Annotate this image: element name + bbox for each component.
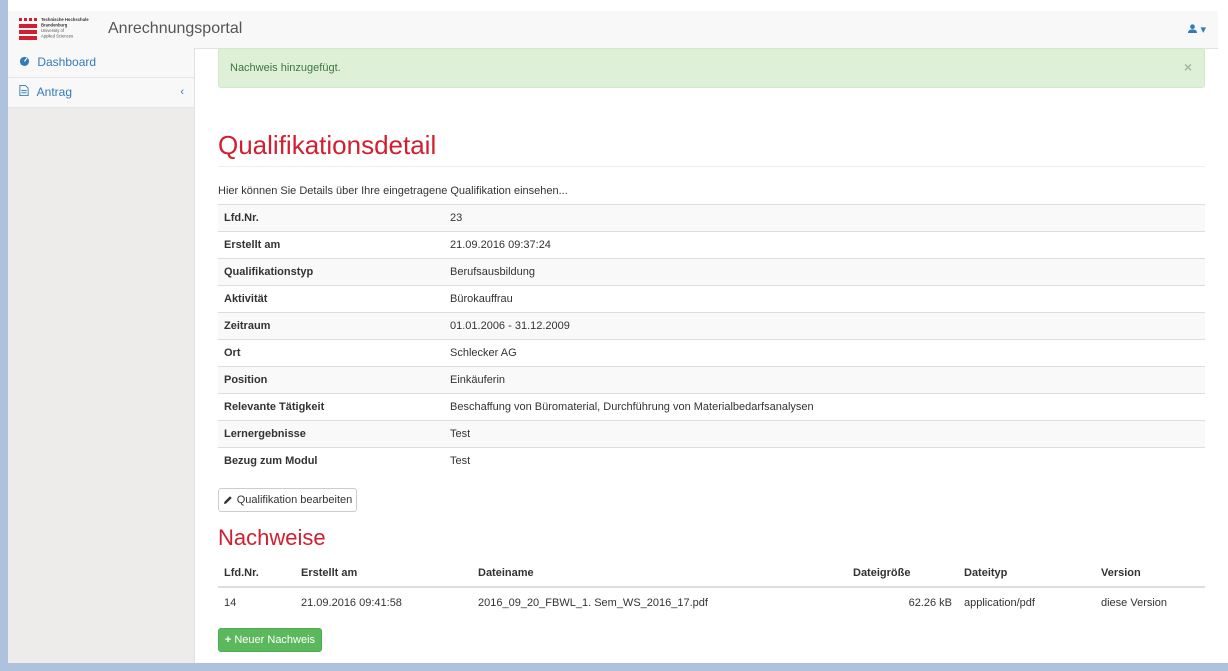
window-frame-left xyxy=(0,0,8,671)
detail-value: Test xyxy=(444,447,1205,474)
detail-label: Erstellt am xyxy=(218,231,444,259)
cell-filesize: 62.26 kB xyxy=(908,597,952,609)
cell-created: 21.09.2016 09:41:58 xyxy=(301,597,402,609)
chevron-down-icon: ▾ xyxy=(1200,24,1206,36)
detail-value: 23 xyxy=(444,204,1205,232)
alert-message: Nachweis hinzugefügt. xyxy=(230,62,341,74)
column-header[interactable]: Lfd.Nr. xyxy=(218,560,295,588)
university-logo[interactable]: Technische Hochschule Brandenburg Univer… xyxy=(19,16,99,42)
user-menu[interactable]: ▾ xyxy=(1188,23,1206,36)
nachweise-table: Lfd.Nr. Erstellt am Dateiname Dateigröße… xyxy=(218,560,1205,618)
detail-value: 21.09.2016 09:37:24 xyxy=(444,231,1205,259)
dashboard-icon xyxy=(18,48,30,77)
cell-filetype: application/pdf xyxy=(964,597,1035,609)
table-row: Ort Schlecker AG xyxy=(218,339,1205,367)
detail-value: Berufsausbildung xyxy=(444,258,1205,286)
table-row: Lfd.Nr. 23 xyxy=(218,204,1205,232)
qualification-details-table: Lfd.Nr. 23 Erstellt am 21.09.2016 09:37:24… xyxy=(218,204,1205,474)
sidebar-item-label: Dashboard xyxy=(37,55,97,69)
column-header[interactable]: Erstellt am xyxy=(295,560,472,588)
detail-label: Position xyxy=(218,366,444,394)
edit-button-label: Qualifikation bearbeiten xyxy=(236,494,353,506)
table-header-row: Lfd.Nr. Erstellt am Dateiname Dateigröße… xyxy=(218,560,1205,588)
cell-version: diese Version xyxy=(1101,597,1168,609)
add-button-label: Neuer Nachweis xyxy=(234,634,316,646)
detail-label: Ort xyxy=(218,339,444,367)
detail-value: 01.01.2006 - 31.12.2009 xyxy=(444,312,1205,340)
table-row: Zeitraum 01.01.2006 - 31.12.2009 xyxy=(218,312,1205,340)
detail-label: Qualifikationstyp xyxy=(218,258,444,286)
table-row[interactable]: 14 21.09.2016 09:41:58 2016_09_20_FBWL_1… xyxy=(218,587,1205,618)
add-nachweis-button[interactable]: + Neuer Nachweis xyxy=(218,628,322,652)
column-header[interactable]: Version xyxy=(1095,560,1205,588)
top-navbar: Technische Hochschule Brandenburg Univer… xyxy=(8,11,1218,49)
cell-filename[interactable]: 2016_09_20_FBWL_1. Sem_WS_2016_17.pdf xyxy=(472,587,847,618)
svg-text:University of: University of xyxy=(41,28,65,33)
detail-value: Test xyxy=(444,420,1205,448)
document-icon xyxy=(18,78,30,107)
detail-value: Einkäuferin xyxy=(444,366,1205,394)
page-intro: Hier können Sie Details über Ihre einget… xyxy=(218,185,568,197)
cell-lfd-nr: 14 xyxy=(224,597,237,609)
detail-label: Bezug zum Modul xyxy=(218,447,444,474)
table-row: Relevante Tätigkeit Beschaffung von Bürom… xyxy=(218,393,1205,421)
sidebar-item-antrag[interactable]: Antrag ‹ xyxy=(8,78,194,108)
detail-label: Lfd.Nr. xyxy=(218,204,444,232)
svg-text:Applied Sciences: Applied Sciences xyxy=(41,34,73,39)
table-row: Aktivität Bürokauffrau xyxy=(218,285,1205,313)
success-alert: Nachweis hinzugefügt. × xyxy=(218,48,1205,88)
detail-label: Lernergebnisse xyxy=(218,420,444,448)
table-row: Erstellt am 21.09.2016 09:37:24 xyxy=(218,231,1205,259)
column-header[interactable]: Dateigröße xyxy=(847,560,958,588)
section-title-nachweise: Nachweise xyxy=(218,525,326,550)
detail-value: Bürokauffrau xyxy=(444,285,1205,313)
page-title: Qualifikationsdetail xyxy=(218,130,1205,167)
plus-icon: + xyxy=(224,634,232,646)
table-row: Position Einkäuferin xyxy=(218,366,1205,394)
sidebar-item-label: Antrag xyxy=(36,85,73,99)
column-header[interactable]: Dateityp xyxy=(958,560,1095,588)
svg-text:Technische Hochschule: Technische Hochschule xyxy=(41,17,89,22)
svg-text:Brandenburg: Brandenburg xyxy=(41,23,68,28)
column-header[interactable]: Dateiname xyxy=(472,560,847,588)
table-row: Lernergebnisse Test xyxy=(218,420,1205,448)
table-row: Bezug zum Modul Test xyxy=(218,447,1205,474)
app-title[interactable]: Anrechnungsportal xyxy=(108,20,242,38)
edit-qualification-button[interactable]: Qualifikation bearbeiten xyxy=(218,488,357,512)
detail-label: Aktivität xyxy=(218,285,444,313)
detail-value: Beschaffung von Büromaterial, Durchführu… xyxy=(444,393,1205,421)
pencil-icon xyxy=(223,496,232,504)
detail-value: Schlecker AG xyxy=(444,339,1205,367)
detail-label: Zeitraum xyxy=(218,312,444,340)
table-row: Qualifikationstyp Berufsausbildung xyxy=(218,258,1205,286)
detail-label: Relevante Tätigkeit xyxy=(218,393,444,421)
sidebar: Dashboard Antrag ‹ xyxy=(8,48,195,663)
close-icon[interactable]: × xyxy=(1184,59,1192,75)
window-frame-bottom xyxy=(0,663,1228,671)
user-icon xyxy=(1188,24,1198,33)
sidebar-item-dashboard[interactable]: Dashboard xyxy=(8,48,194,78)
chevron-left-icon[interactable]: ‹ xyxy=(180,78,184,107)
